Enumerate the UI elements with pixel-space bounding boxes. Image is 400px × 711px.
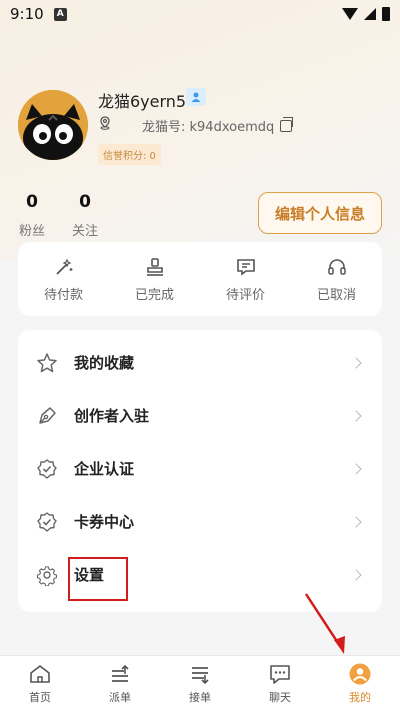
accept-icon xyxy=(192,667,209,685)
tab-accept-label: 接单 xyxy=(189,691,211,704)
profile-icon xyxy=(349,663,371,685)
edit-profile-button[interactable]: 编辑个人信息 xyxy=(258,192,382,234)
badge-check-icon xyxy=(37,458,57,479)
dispatch-icon xyxy=(112,664,129,682)
order-to-review-label: 待评价 xyxy=(225,287,265,303)
nickname: 龙猫6yern5 xyxy=(98,92,187,111)
user-id: 龙猫号: k94dxoemdq xyxy=(142,116,294,135)
credit-score-badge: 信誉积分: 0 xyxy=(98,144,161,165)
chevron-right-icon xyxy=(350,568,362,581)
order-pending-payment-label: 待付款 xyxy=(43,287,83,303)
pen-icon xyxy=(39,406,56,424)
order-status-card: 待付款 已完成 待评价 已取消 xyxy=(18,242,382,316)
status-time: 9:10 xyxy=(10,5,44,23)
chevron-right-icon xyxy=(350,409,362,422)
user-id-text: 龙猫号: k94dxoemdq xyxy=(142,120,275,135)
order-pending-payment[interactable]: 待付款 xyxy=(29,256,99,303)
star-icon xyxy=(37,352,57,372)
battery-icon xyxy=(382,7,390,21)
order-cancelled[interactable]: 已取消 xyxy=(302,256,372,303)
bottom-tab-bar: 首页 派单 接单 聊天 我的 xyxy=(0,655,400,711)
menu-enterprise-verify-label: 企业认证 xyxy=(74,460,135,478)
fans-label: 粉丝 xyxy=(18,224,45,239)
status-bar: 9:10 A xyxy=(0,0,400,28)
menu-creator-join[interactable]: 创作者入驻 xyxy=(18,389,382,442)
tab-home-label: 首页 xyxy=(29,691,51,704)
tab-dispatch-label: 派单 xyxy=(109,691,131,704)
wifi-icon xyxy=(342,8,358,20)
tab-dispatch[interactable]: 派单 xyxy=(80,656,160,711)
tab-chat-label: 聊天 xyxy=(269,691,291,704)
chevron-right-icon xyxy=(350,356,362,369)
fans-stat[interactable]: 0 粉丝 xyxy=(17,192,47,239)
order-cancelled-label: 已取消 xyxy=(316,287,356,303)
comment-icon xyxy=(236,258,255,276)
copy-icon[interactable] xyxy=(280,116,294,132)
tab-home[interactable]: 首页 xyxy=(0,656,80,711)
tab-mine[interactable]: 我的 xyxy=(320,656,400,711)
signal-icon xyxy=(364,8,376,20)
order-completed[interactable]: 已完成 xyxy=(120,256,190,303)
menu-creator-join-label: 创作者入驻 xyxy=(74,407,150,425)
menu-coupon-center[interactable]: 卡券中心 xyxy=(18,495,382,548)
menu-favorites-label: 我的收藏 xyxy=(74,354,135,372)
avatar[interactable] xyxy=(18,90,88,160)
wand-icon xyxy=(55,258,72,275)
menu-enterprise-verify[interactable]: 企业认证 xyxy=(18,442,382,495)
stamp-icon xyxy=(146,257,163,276)
menu-settings-label: 设置 xyxy=(74,566,105,584)
following-count: 0 xyxy=(79,192,91,212)
tab-chat[interactable]: 聊天 xyxy=(240,656,320,711)
location-icon xyxy=(100,116,110,130)
tab-accept[interactable]: 接单 xyxy=(160,656,240,711)
following-label: 关注 xyxy=(71,224,98,239)
fans-count: 0 xyxy=(26,192,38,212)
menu-coupon-center-label: 卡券中心 xyxy=(74,513,135,531)
coupon-icon xyxy=(37,511,57,532)
tab-mine-label: 我的 xyxy=(349,691,371,704)
order-completed-label: 已完成 xyxy=(134,287,174,303)
identity-badge-icon[interactable] xyxy=(186,88,206,106)
menu-favorites[interactable]: 我的收藏 xyxy=(18,336,382,389)
home-icon xyxy=(30,665,50,683)
notification-a-icon: A xyxy=(53,7,67,21)
headset-icon xyxy=(327,258,346,275)
following-stat[interactable]: 0 关注 xyxy=(70,192,100,239)
chat-icon xyxy=(270,665,290,684)
chevron-right-icon xyxy=(350,515,362,528)
chevron-right-icon xyxy=(350,462,362,475)
gear-icon xyxy=(36,565,58,586)
order-to-review[interactable]: 待评价 xyxy=(211,256,281,303)
menu-settings[interactable]: 设置 xyxy=(18,548,382,601)
function-menu-card: 我的收藏 创作者入驻 企业认证 卡券中心 设置 xyxy=(18,330,382,612)
